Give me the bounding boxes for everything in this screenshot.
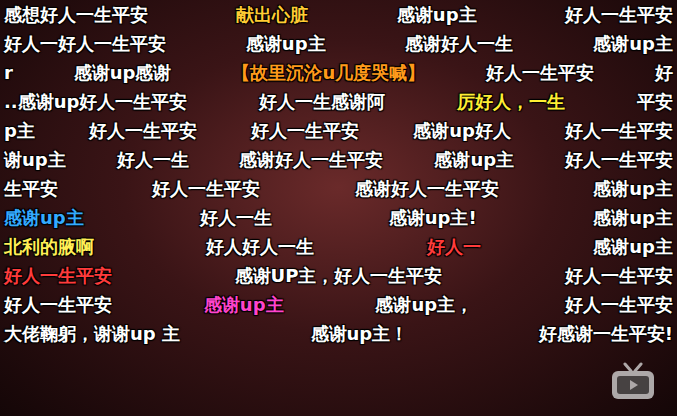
danmaku-row: ..感谢up好人一生平安 好人一生感谢阿 厉好人，一生 平安 — [4, 87, 673, 116]
danmaku-row: 北利的腋啊 好人好人一生 好人一 感谢up主 — [4, 232, 673, 261]
danmaku-comment[interactable]: 献出心脏 — [236, 4, 308, 26]
danmaku-row: 好人一生平安 感谢up主 感谢up主， 好人一生平安 — [4, 290, 673, 319]
danmaku-comment[interactable]: 好人一生感谢阿 — [259, 91, 385, 113]
danmaku-comment[interactable]: 感谢好人一生平安 — [355, 178, 499, 200]
danmaku-comment[interactable]: 好人一生平安 — [4, 294, 112, 316]
danmaku-comment[interactable]: 【故里沉沦u几度哭喊】 — [232, 62, 425, 84]
danmaku-comment[interactable]: 好人一生平安 — [4, 265, 112, 287]
tv-logo-icon — [609, 362, 657, 402]
danmaku-row: p主 好人一生平安 好人一生平安 感谢up好人 好人一生平安 — [4, 116, 673, 145]
danmaku-comment[interactable]: 好人一好人一生平安 — [4, 33, 166, 55]
danmaku-comment[interactable]: 好感谢一生平安! — [539, 323, 673, 345]
danmaku-comment[interactable]: 感谢up主 — [204, 294, 284, 316]
danmaku-comment[interactable]: 感谢up主 — [593, 236, 673, 258]
danmaku-comment[interactable]: 谢up主 — [4, 149, 66, 171]
danmaku-comment[interactable]: 感谢UP主，好人一生平安 — [235, 265, 443, 287]
danmaku-comment[interactable]: 好人一生平安 — [565, 120, 673, 142]
danmaku-comment[interactable]: 生平安 — [4, 178, 58, 200]
danmaku-layer: 感想好人一生平安献出心脏感谢up主好人一生平安好人一好人一生平安感谢up主感谢好… — [0, 0, 677, 348]
video-player[interactable]: 感想好人一生平安献出心脏感谢up主好人一生平安好人一好人一生平安感谢up主感谢好… — [0, 0, 677, 416]
danmaku-comment[interactable]: 感谢up好人 — [413, 120, 511, 142]
danmaku-comment[interactable]: 好人一生 — [200, 207, 272, 229]
danmaku-comment[interactable]: 感谢up主 — [397, 4, 477, 26]
danmaku-comment[interactable]: 感谢up主 — [246, 33, 326, 55]
danmaku-comment[interactable]: 好人一生平安 — [565, 265, 673, 287]
danmaku-comment[interactable]: 感谢up主 — [593, 207, 673, 229]
danmaku-row: 好人一好人一生平安 感谢up主 感谢好人一生 感谢up主 — [4, 29, 673, 58]
danmaku-row: r 感谢up感谢 【故里沉沦u几度哭喊】 好人一生平安 好 — [4, 58, 673, 87]
danmaku-comment[interactable]: 好人一生 — [117, 149, 189, 171]
danmaku-comment[interactable]: r — [4, 62, 13, 84]
danmaku-comment[interactable]: 好 — [655, 62, 673, 84]
danmaku-comment[interactable]: 平安 — [637, 91, 673, 113]
danmaku-comment[interactable]: 大佬鞠躬，谢谢up 主 — [4, 323, 180, 345]
danmaku-comment[interactable]: 好人一生平安 — [565, 4, 673, 26]
danmaku-comment[interactable]: 厉好人，一生 — [457, 91, 565, 113]
danmaku-comment[interactable]: 感谢up主 — [593, 33, 673, 55]
danmaku-comment[interactable]: 感谢up主， — [375, 294, 473, 316]
danmaku-comment[interactable]: 好人一 — [427, 236, 481, 258]
danmaku-row: 好人一生平安 感谢UP主，好人一生平安 好人一生平安 — [4, 261, 673, 290]
danmaku-comment[interactable]: 感谢up主 — [4, 207, 84, 229]
danmaku-comment[interactable]: 感谢up主! — [389, 207, 477, 229]
danmaku-comment[interactable]: 感谢up主 — [434, 149, 514, 171]
danmaku-comment[interactable]: 好人一生平安 — [486, 62, 594, 84]
danmaku-comment[interactable]: 感谢好人一生 — [405, 33, 513, 55]
danmaku-comment[interactable]: p主 — [4, 120, 35, 142]
danmaku-comment[interactable]: 好人一生平安 — [565, 294, 673, 316]
danmaku-row: 生平安 好人一生平安 感谢好人一生平安 感谢up主 — [4, 174, 673, 203]
danmaku-row: 感谢up主 好人一生 感谢up主! 感谢up主 — [4, 203, 673, 232]
danmaku-comment[interactable]: 感谢up主 — [593, 178, 673, 200]
danmaku-comment[interactable]: 感想好人一生平安 — [4, 4, 148, 26]
danmaku-comment[interactable]: ..感谢up好人一生平安 — [4, 91, 187, 113]
danmaku-comment[interactable]: 好人一生平安 — [152, 178, 260, 200]
danmaku-comment[interactable]: 北利的腋啊 — [4, 236, 94, 258]
danmaku-comment[interactable]: 感谢up主！ — [311, 323, 409, 345]
danmaku-comment[interactable]: 好人一生平安 — [251, 120, 359, 142]
danmaku-row: 大佬鞠躬，谢谢up 主 感谢up主！ 好感谢一生平安! — [4, 319, 673, 348]
danmaku-comment[interactable]: 感谢好人一生平安 — [239, 149, 383, 171]
danmaku-comment[interactable]: 好人好人一生 — [206, 236, 314, 258]
danmaku-row: 感想好人一生平安 献出心脏 感谢up主 好人一生平安 — [4, 0, 673, 29]
danmaku-comment[interactable]: 好人一生平安 — [89, 120, 197, 142]
danmaku-row: 谢up主 好人一生 感谢好人一生平安 感谢up主 好人一生平安 — [4, 145, 673, 174]
danmaku-comment[interactable]: 好人一生平安 — [565, 149, 673, 171]
danmaku-comment[interactable]: 感谢up感谢 — [74, 62, 172, 84]
